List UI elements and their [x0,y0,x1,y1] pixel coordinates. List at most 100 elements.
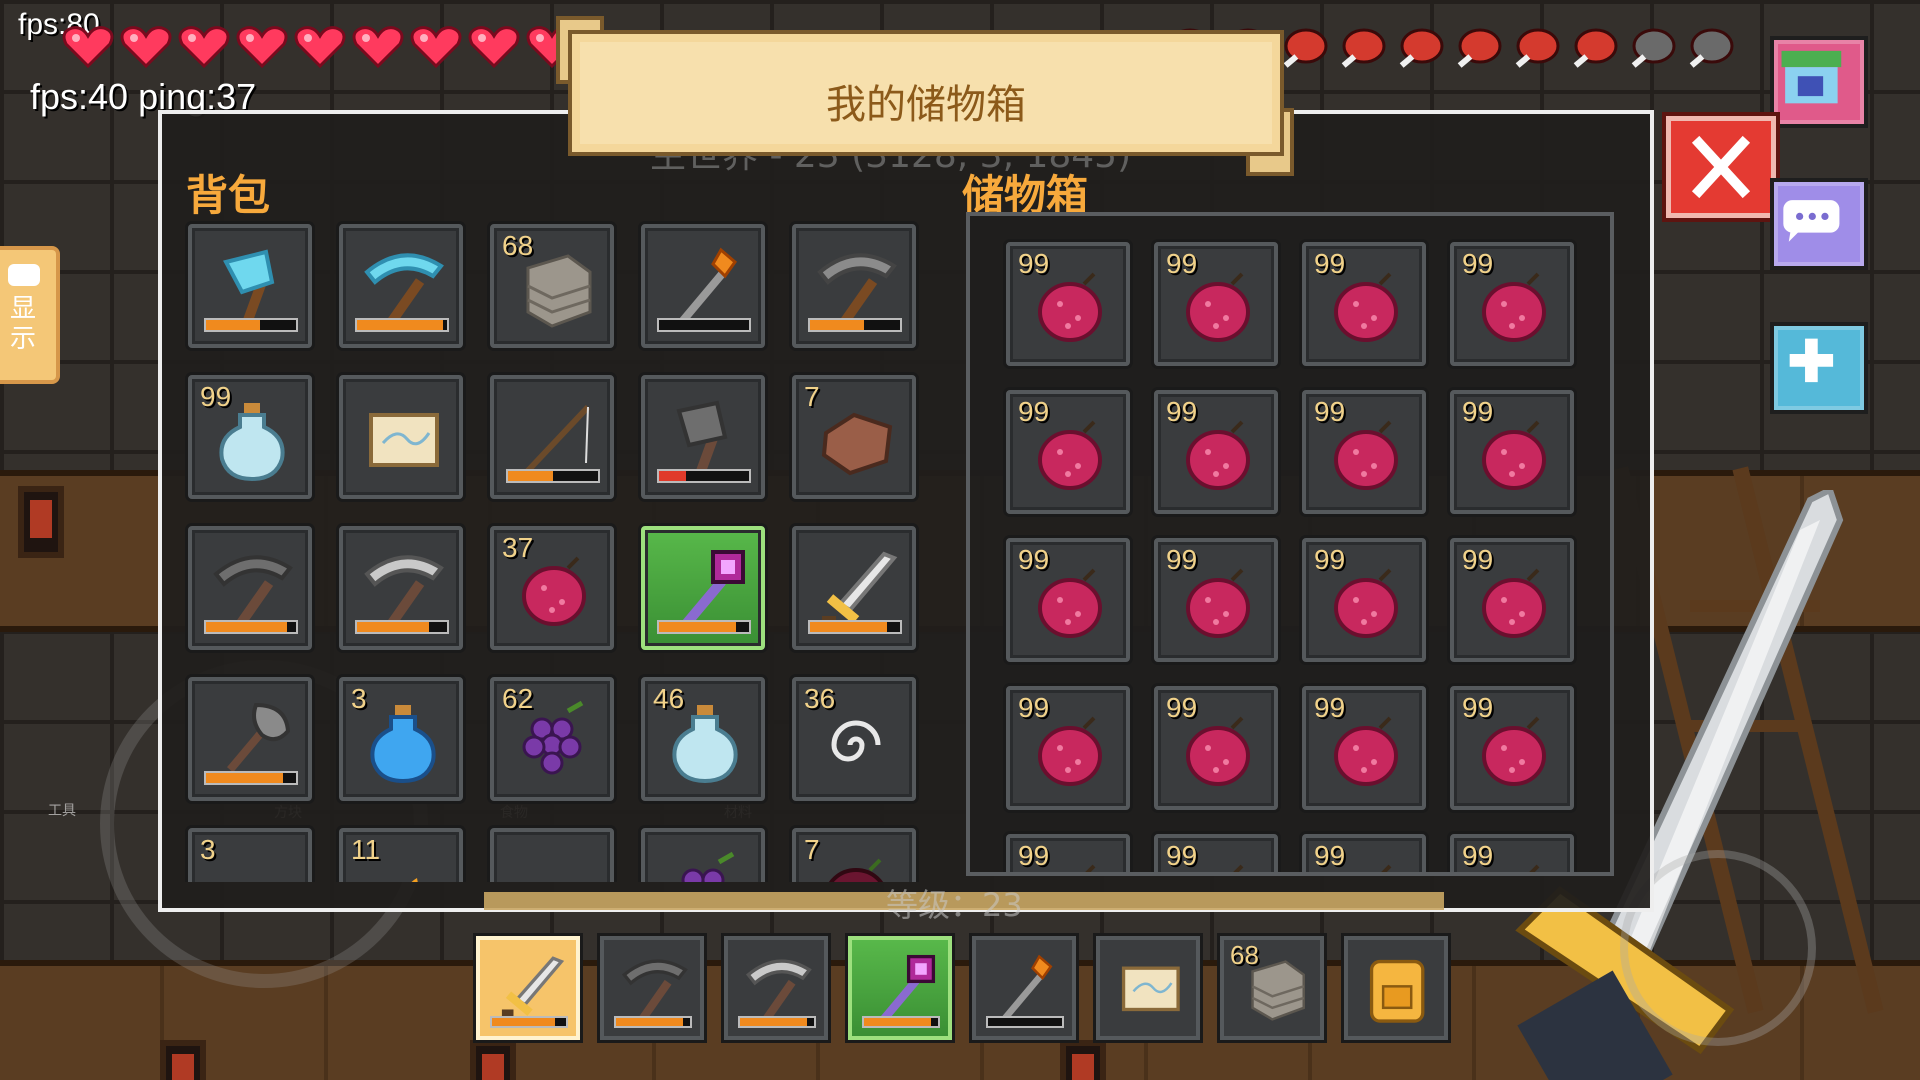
item-count: 99 [1166,544,1198,575]
item-slot[interactable]: 99 [1154,242,1278,366]
item-slot[interactable]: 7 [792,375,916,499]
heart-icon [294,26,346,69]
item-slot[interactable]: 99 [1006,834,1130,872]
item-slot[interactable] [641,828,765,882]
item-slot[interactable]: 68 [490,224,614,348]
item-slot[interactable] [188,677,312,801]
item-slot[interactable] [792,224,916,348]
item-count: 99 [1018,248,1050,279]
meat-empty-icon [1631,28,1676,68]
item-slot[interactable]: 99 [1450,834,1574,872]
heart-icon [352,26,404,69]
item-count: 99 [1018,544,1050,575]
item-slot[interactable]: 99 [1006,242,1130,366]
meat-empty-icon [1689,28,1734,68]
meat-icon [1399,28,1444,68]
hotbar-slot[interactable] [476,936,580,1040]
hotbar-slot[interactable] [600,936,704,1040]
item-slot[interactable]: 99 [188,375,312,499]
item-slot[interactable]: 99 [1006,390,1130,514]
backpack-icon [1369,959,1425,1023]
health-bar [60,22,580,70]
item-slot[interactable]: 62 [490,677,614,801]
chest-grid[interactable]: 99 99 99 99 99 99 99 99 99 99 99 99 99 99 99 99 99 99 99 99 [966,212,1614,876]
durability-bar [614,1016,692,1028]
shop-button[interactable] [1770,36,1868,128]
item-slot[interactable] [641,526,765,650]
item-slot[interactable]: 99 [1006,686,1130,810]
silver-pickaxe-icon [745,959,812,1023]
item-slot[interactable]: 99 [1302,538,1426,662]
map-scroll-icon [1121,966,1180,1012]
speech-bubble-icon [8,264,40,286]
item-slot[interactable] [188,526,312,650]
item-slot[interactable] [490,828,614,882]
item-slot[interactable]: 37 [490,526,614,650]
item-count: 99 [1018,840,1050,871]
item-count: 99 [1314,692,1346,723]
hotbar-slot[interactable] [1344,936,1448,1040]
item-count: 68 [502,230,534,261]
heart-icon [62,26,114,69]
item-slot[interactable] [339,224,463,348]
item-slot[interactable]: 3 [339,677,463,801]
add-button[interactable] [1770,322,1868,414]
item-count: 36 [804,683,836,714]
item-count: 99 [1166,692,1198,723]
item-slot[interactable]: 99 [1450,538,1574,662]
chat-button[interactable] [1770,178,1868,270]
item-slot[interactable] [641,224,765,348]
item-count: 7 [804,834,820,865]
item-count: 99 [1462,840,1494,871]
item-slot[interactable]: 99 [1450,242,1574,366]
durability-bar [490,1016,568,1028]
heart-icon [120,26,172,69]
item-slot[interactable]: 3 [188,828,312,882]
item-slot[interactable]: 99 [1154,834,1278,872]
item-slot[interactable]: 99 [1450,390,1574,514]
item-count: 99 [1462,248,1494,279]
backpack-label: 背包 [186,171,271,220]
hotbar-slot[interactable] [972,936,1076,1040]
close-button[interactable] [1666,116,1776,218]
item-slot[interactable]: 99 [1302,390,1426,514]
item-slot[interactable]: 99 [1302,834,1426,872]
display-toggle-tab[interactable]: 显示 [0,246,60,384]
meat-icon [1341,28,1386,68]
item-count: 99 [1018,692,1050,723]
item-count: 99 [1166,248,1198,279]
item-slot[interactable] [641,375,765,499]
item-slot[interactable]: 11 [339,828,463,882]
item-slot[interactable]: 46 [641,677,765,801]
item-slot[interactable]: 99 [1154,538,1278,662]
backpack-grid[interactable]: 68 99 7 37 3 62 46 36 3 11 7 [180,218,940,882]
item-slot[interactable]: 7 [792,828,916,882]
chest-lock [160,1040,206,1080]
item-slot[interactable] [490,375,614,499]
stone-pickaxe-icon [621,959,688,1023]
durability-bar [738,1016,816,1028]
item-slot[interactable] [188,224,312,348]
item-count: 7 [804,381,820,412]
item-slot[interactable]: 36 [792,677,916,801]
item-slot[interactable]: 99 [1302,242,1426,366]
item-count: 99 [1314,840,1346,871]
item-slot[interactable] [339,375,463,499]
item-slot[interactable]: 99 [1450,686,1574,810]
hotbar-slot[interactable] [1096,936,1200,1040]
magic-wand-icon [879,954,936,1023]
plus-icon [1789,338,1834,383]
bone-icon [206,846,298,882]
item-slot[interactable]: 99 [1154,686,1278,810]
panel-title: 我的储物箱 [826,82,1026,128]
hotbar-slot[interactable]: 68 [1220,936,1324,1040]
item-slot[interactable]: 99 [1302,686,1426,810]
item-count: 99 [1166,840,1198,871]
item-slot[interactable]: 99 [1154,390,1278,514]
chest-lock [470,1040,516,1080]
item-slot[interactable]: 99 [1006,538,1130,662]
hotbar-slot[interactable] [848,936,952,1040]
item-slot[interactable] [792,526,916,650]
hotbar-slot[interactable] [724,936,828,1040]
item-slot[interactable] [339,526,463,650]
